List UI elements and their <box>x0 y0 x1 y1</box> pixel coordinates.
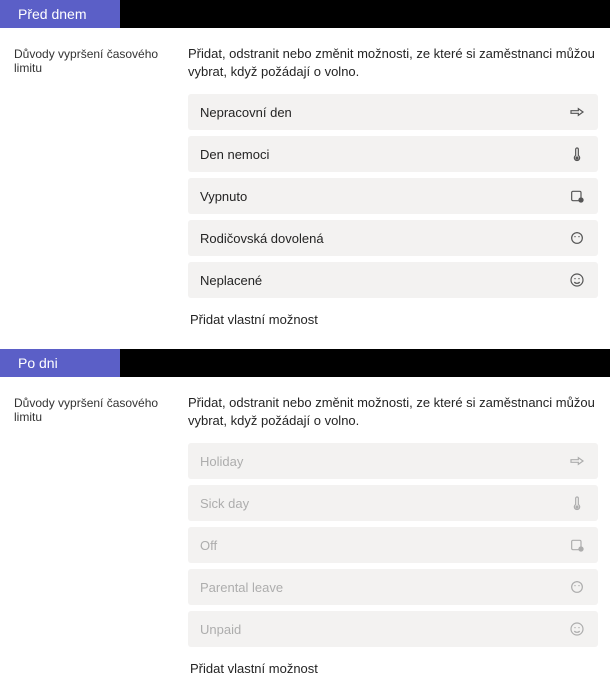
tab-after[interactable]: Po dni <box>0 349 120 377</box>
option-row[interactable]: Unpaid <box>188 611 598 647</box>
option-row[interactable]: Nepracovní den <box>188 94 598 130</box>
smiley-icon <box>568 271 586 289</box>
baby-icon <box>568 578 586 596</box>
option-label: Rodičovská dovolená <box>200 231 324 246</box>
tab-label: Po dni <box>18 355 58 371</box>
main-after: Přidat, odstranit nebo změnit možnosti, … <box>188 394 598 676</box>
options-list-before: Nepracovní den Den nemoci Vypnuto Rodičo… <box>188 94 598 298</box>
plane-icon <box>568 452 586 470</box>
panel-before: Důvody vypršení časového limitu Přidat, … <box>0 28 610 349</box>
option-row[interactable]: Den nemoci <box>188 136 598 172</box>
calendar-off-icon <box>568 187 586 205</box>
thermometer-icon <box>568 494 586 512</box>
option-label: Holiday <box>200 454 243 469</box>
section-bar-before: Před dnem <box>0 0 610 28</box>
option-row[interactable]: Holiday <box>188 443 598 479</box>
main-before: Přidat, odstranit nebo změnit možnosti, … <box>188 45 598 327</box>
option-label: Unpaid <box>200 622 241 637</box>
option-row[interactable]: Sick day <box>188 485 598 521</box>
thermometer-icon <box>568 145 586 163</box>
calendar-off-icon <box>568 536 586 554</box>
option-label: Sick day <box>200 496 249 511</box>
panel-after: Důvody vypršení časového limitu Přidat, … <box>0 377 610 698</box>
description: Přidat, odstranit nebo změnit možnosti, … <box>188 45 598 80</box>
description: Přidat, odstranit nebo změnit možnosti, … <box>188 394 598 429</box>
option-label: Neplacené <box>200 273 262 288</box>
option-label: Vypnuto <box>200 189 247 204</box>
option-label: Nepracovní den <box>200 105 292 120</box>
plane-icon <box>568 103 586 121</box>
option-label: Den nemoci <box>200 147 269 162</box>
options-list-after: Holiday Sick day Off Parental leave <box>188 443 598 647</box>
option-row[interactable]: Off <box>188 527 598 563</box>
option-label: Off <box>200 538 217 553</box>
tab-before[interactable]: Před dnem <box>0 0 120 28</box>
option-label: Parental leave <box>200 580 283 595</box>
option-row[interactable]: Rodičovská dovolená <box>188 220 598 256</box>
option-row[interactable]: Vypnuto <box>188 178 598 214</box>
tab-label: Před dnem <box>18 6 86 22</box>
option-row[interactable]: Parental leave <box>188 569 598 605</box>
add-custom-option[interactable]: Přidat vlastní možnost <box>188 647 598 676</box>
baby-icon <box>568 229 586 247</box>
side-label: Důvody vypršení časového limitu <box>14 45 176 327</box>
section-bar-after: Po dni <box>0 349 610 377</box>
add-custom-option[interactable]: Přidat vlastní možnost <box>188 298 598 327</box>
option-row[interactable]: Neplacené <box>188 262 598 298</box>
side-label: Důvody vypršení časového limitu <box>14 394 176 676</box>
smiley-icon <box>568 620 586 638</box>
